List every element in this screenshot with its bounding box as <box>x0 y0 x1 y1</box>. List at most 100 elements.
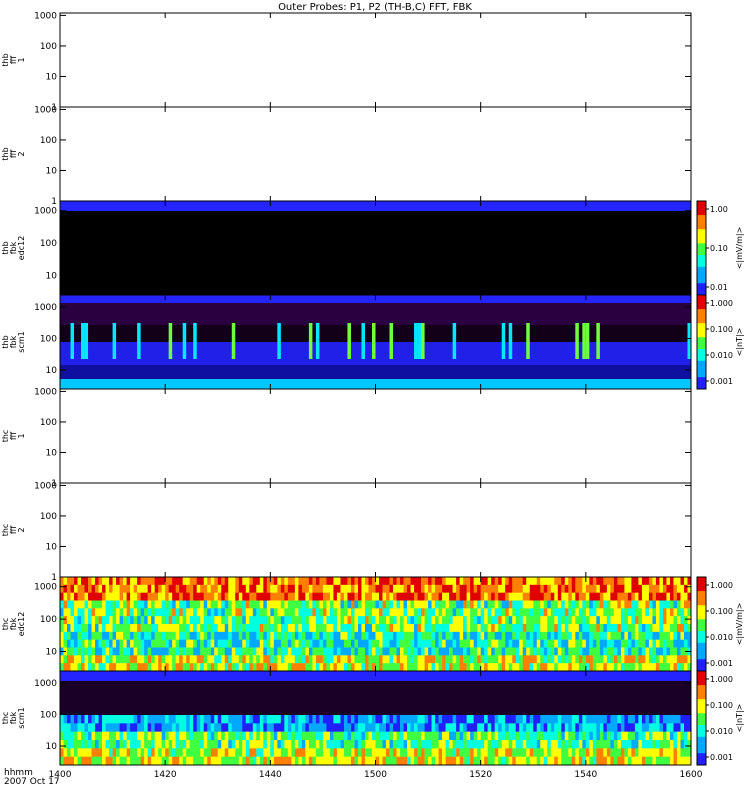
spectrogram-cell <box>182 663 187 672</box>
spectrogram-cell <box>414 647 418 656</box>
spectrogram-cell <box>315 577 320 586</box>
spectrogram-cell <box>631 655 636 664</box>
spectrogram-cell <box>403 731 408 741</box>
panel-4: 100010010thb fbk scm11.0000.1000.0100.001<… <box>1 294 744 390</box>
spectrogram-cell <box>400 740 404 749</box>
spectrogram-cell <box>407 584 411 593</box>
spectrogram-cell <box>315 731 320 741</box>
spectrogram-cell <box>319 584 324 593</box>
spectrogram-cell <box>379 608 383 617</box>
spectrogram-cell <box>557 647 562 656</box>
spectrogram-cell <box>214 715 219 724</box>
spectrogram-cell <box>428 715 432 724</box>
spectrogram-cell <box>287 608 292 617</box>
spectrogram-cell <box>470 715 474 724</box>
y-tick-label: 100 <box>40 239 57 249</box>
spectrogram-cell <box>617 592 622 601</box>
colorbar-swatch <box>697 732 706 735</box>
spectrogram-cell <box>459 647 464 656</box>
spectrogram-cell <box>624 624 629 633</box>
spectrogram-cell <box>207 748 212 757</box>
spectrogram-cell <box>312 584 317 593</box>
spectrogram-cell <box>396 748 401 757</box>
spectrogram-cell <box>641 639 646 648</box>
spectrogram-cell <box>435 616 439 625</box>
spectrogram-cell <box>571 663 576 672</box>
spectrogram-cell <box>585 731 590 741</box>
spectrogram-cell <box>343 600 348 609</box>
spectrogram-cell <box>368 740 373 749</box>
colorbar-swatch <box>697 703 706 707</box>
spectrogram-cell <box>585 323 590 359</box>
spectrogram-cell <box>105 655 110 664</box>
spectrogram-cell <box>417 608 422 617</box>
spectrogram-cell <box>84 584 89 593</box>
spectrogram-cell <box>347 616 352 625</box>
spectrogram-cell <box>224 631 229 640</box>
panel-8-ylabel: thc fbk scm1 <box>1 707 26 728</box>
spectrogram-cell <box>210 616 215 625</box>
spectrogram-cell <box>361 592 366 601</box>
spectrogram-cell <box>172 584 176 593</box>
colorbar-swatch <box>697 325 706 329</box>
spectrogram-cell <box>168 731 173 741</box>
spectrogram-cell <box>252 608 257 617</box>
spectrogram-cell <box>666 715 671 724</box>
spectrogram-cell <box>266 647 271 656</box>
spectrogram-cell <box>242 624 247 633</box>
spectrogram-cell <box>519 731 524 741</box>
spectrogram-cell <box>84 608 89 617</box>
spectrogram-cell <box>214 731 219 741</box>
spectrogram-cell <box>347 624 352 633</box>
spectrogram-cell <box>172 756 176 766</box>
spectrogram-cell <box>529 584 534 593</box>
spectrogram-cell <box>669 740 674 749</box>
spectrogram-cell <box>627 647 632 656</box>
colorbar-swatch <box>697 236 706 239</box>
spectrogram-cell <box>312 723 317 732</box>
spectrogram-cell <box>421 647 425 656</box>
spectrogram-cell <box>403 584 408 593</box>
spectrogram-cell <box>648 624 653 633</box>
spectrogram-cell <box>477 731 481 741</box>
spectrogram-cell <box>270 616 275 625</box>
spectrogram-cell <box>473 631 478 640</box>
spectrogram-cell <box>280 723 285 732</box>
spectrogram-cell <box>480 748 485 757</box>
spectrogram-cell <box>585 631 590 640</box>
spectrogram-cell <box>480 631 485 640</box>
spectrogram-cell <box>505 631 510 640</box>
spectrogram-cell <box>308 608 313 617</box>
spectrogram-cell <box>494 616 499 625</box>
colorbar-swatch <box>697 753 706 756</box>
spectrogram-cell <box>540 740 545 749</box>
spectrogram-cell <box>648 592 653 601</box>
spectrogram-cell <box>193 608 198 617</box>
spectrogram-cell <box>224 748 229 757</box>
spectrogram-cell <box>88 756 92 766</box>
spectrogram-cell <box>466 577 471 586</box>
spectrogram-cell <box>105 756 110 766</box>
spectrogram-cell <box>301 723 306 732</box>
spectrogram-cell <box>631 600 636 609</box>
spectrogram-cell <box>249 592 254 601</box>
spectrogram-cell <box>599 577 604 586</box>
spectrogram-cell <box>379 592 383 601</box>
spectrogram-cell <box>210 740 215 749</box>
spectrogram-cell <box>347 731 352 741</box>
spectrogram-cell <box>105 624 110 633</box>
spectrogram-cell <box>494 608 499 617</box>
spectrogram-cell <box>326 639 331 648</box>
spectrogram-cell <box>683 655 688 664</box>
spectrogram-cell <box>438 655 443 664</box>
spectrogram-cell <box>655 715 660 724</box>
panel-4-ylabel: thb fbk scm1 <box>1 331 26 352</box>
spectrogram-cell <box>547 592 552 601</box>
spectrogram-cell <box>60 631 64 640</box>
spectrogram-cell <box>74 647 78 656</box>
spectrogram-cell <box>648 639 653 648</box>
spectrogram-cell <box>151 655 155 664</box>
spectrogram-cell <box>88 577 92 586</box>
spectrogram-cell <box>312 639 317 648</box>
spectrogram-cell <box>88 740 92 749</box>
